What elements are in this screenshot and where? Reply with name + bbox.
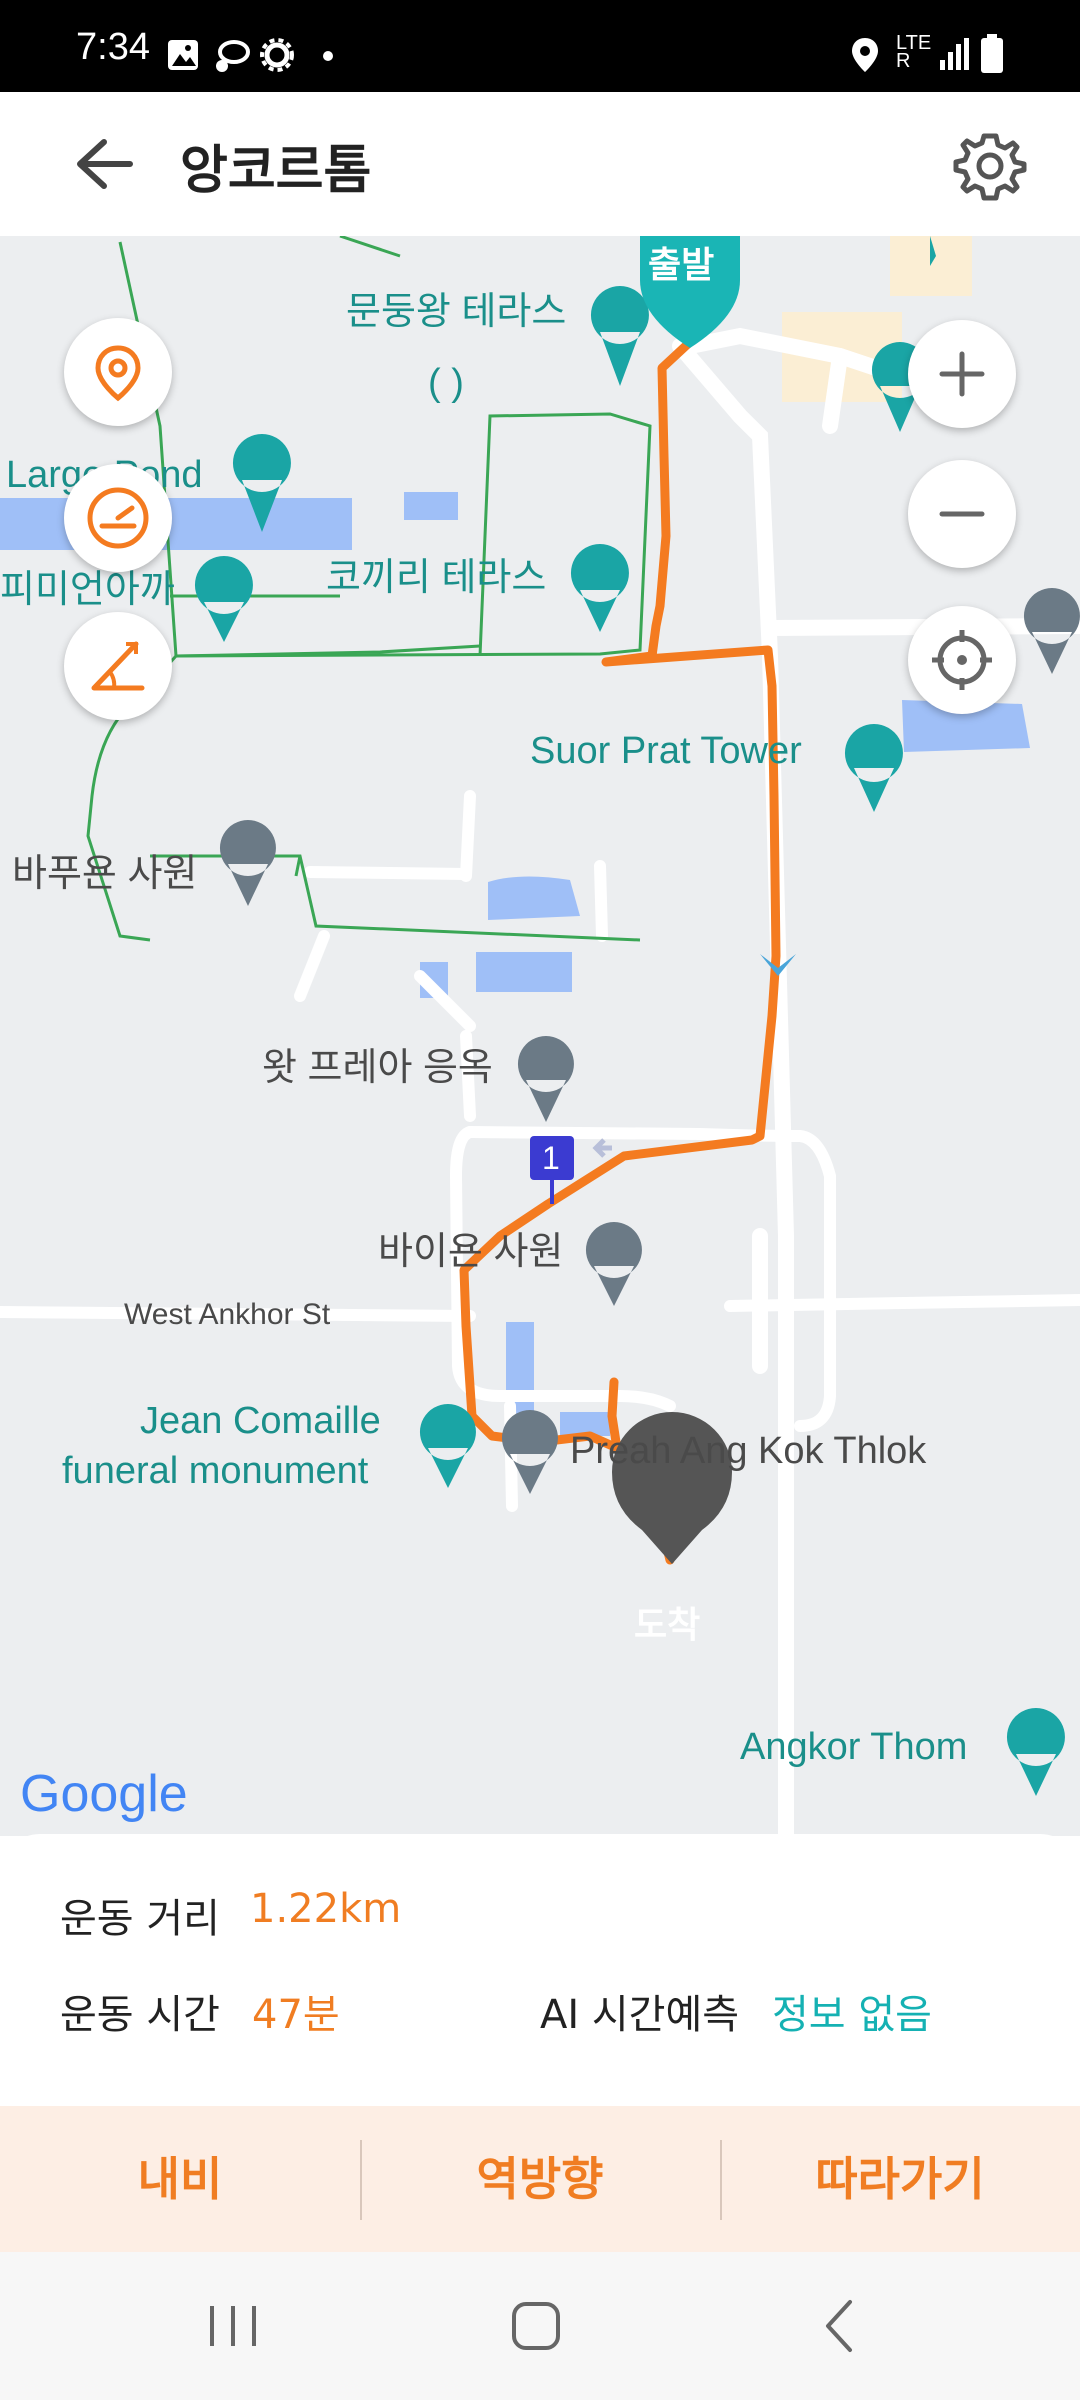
start-marker-label[interactable]: 출발 (648, 236, 714, 288)
location-status-icon (852, 38, 878, 72)
google-logo: Google (20, 1765, 188, 1823)
location-pin-button[interactable] (64, 318, 172, 426)
distance-label: 운동 거리 (60, 1896, 220, 1942)
map-label-baphuon[interactable]: 바푸욘 사원 (12, 842, 197, 897)
action-bar: 내비 역방향 따라가기 (0, 2106, 1080, 2252)
back-icon[interactable] (810, 2296, 870, 2356)
map-label-jean-comaille[interactable]: Jean Comaille (140, 1400, 381, 1443)
status-time: 7:34 (76, 26, 150, 68)
settings-status-icon (260, 38, 294, 72)
recent-apps-icon[interactable] (200, 2296, 266, 2356)
network-type: LTE R (896, 32, 932, 72)
page-title: 앙코르톰 (180, 141, 372, 201)
battery-icon (981, 34, 1003, 73)
back-arrow-icon[interactable] (60, 128, 140, 200)
speedometer-icon (87, 487, 149, 549)
ai-prediction-label: AI 시간예측 (540, 1992, 740, 2038)
map-label-suor-prat[interactable]: Suor Prat Tower (530, 730, 802, 773)
navigate-button[interactable]: 내비 (0, 2106, 360, 2252)
status-bar: 7:34 LTE R (0, 0, 1080, 92)
signal-icon (940, 38, 969, 70)
reverse-button[interactable]: 역방향 (360, 2106, 720, 2252)
notification-dot-icon (323, 51, 333, 61)
my-location-icon (932, 630, 992, 690)
waypoint-marker[interactable]: 1 (542, 1140, 560, 1177)
map-label-preah-ang-kok[interactable]: Preah Ang Kok Thlok (570, 1430, 926, 1473)
app-bar: 앙코르톰 (0, 92, 1080, 236)
map-label-preah-ngok[interactable]: 왓 프레아 응옥 (262, 1036, 493, 1091)
gallery-icon (168, 40, 198, 70)
zoom-in-button[interactable] (908, 320, 1016, 428)
map-label-paren: ( ) (428, 362, 464, 404)
altitude-button[interactable] (64, 612, 172, 720)
zoom-out-button[interactable] (908, 460, 1016, 568)
time-label: 운동 시간 (60, 1992, 220, 2038)
follow-button[interactable]: 따라가기 (720, 2106, 1080, 2252)
map-label-elephant-terrace[interactable]: 코끼리 테라스 (326, 546, 546, 601)
end-marker-label[interactable]: 도착 (634, 1596, 700, 1648)
distance-value: 1.22km (250, 1886, 402, 1932)
fitness-icon (216, 40, 250, 72)
my-location-button[interactable] (908, 606, 1016, 714)
map-label-terrace-king[interactable]: 문둥왕 테라스 (346, 280, 566, 335)
home-icon[interactable] (506, 2296, 566, 2356)
system-nav-bar (0, 2252, 1080, 2400)
map-label-funeral-monument[interactable]: funeral monument (62, 1450, 368, 1493)
map-label-west-ankhor: West Ankhor St (124, 1298, 331, 1331)
map-label-angkor-thom[interactable]: Angkor Thom (740, 1726, 967, 1769)
stats-panel: 운동 거리 1.22km 운동 시간 47분 AI 시간예측 정보 없음 (0, 1834, 1080, 2104)
zoom-out-icon (939, 511, 985, 517)
map-label-bayon[interactable]: 바이욘 사원 (378, 1220, 563, 1275)
location-pin-icon (95, 345, 141, 402)
time-value: 47분 (252, 1992, 340, 2038)
altitude-icon (91, 641, 145, 691)
ai-prediction-value: 정보 없음 (772, 1992, 932, 2038)
speedometer-button[interactable] (64, 464, 172, 572)
settings-gear-icon[interactable] (952, 128, 1028, 204)
zoom-in-icon (939, 351, 985, 397)
map-view[interactable]: 출발 문둥왕 테라스 ( ) Large Pond 피미언아까 코끼리 테라스 … (0, 236, 1080, 1836)
